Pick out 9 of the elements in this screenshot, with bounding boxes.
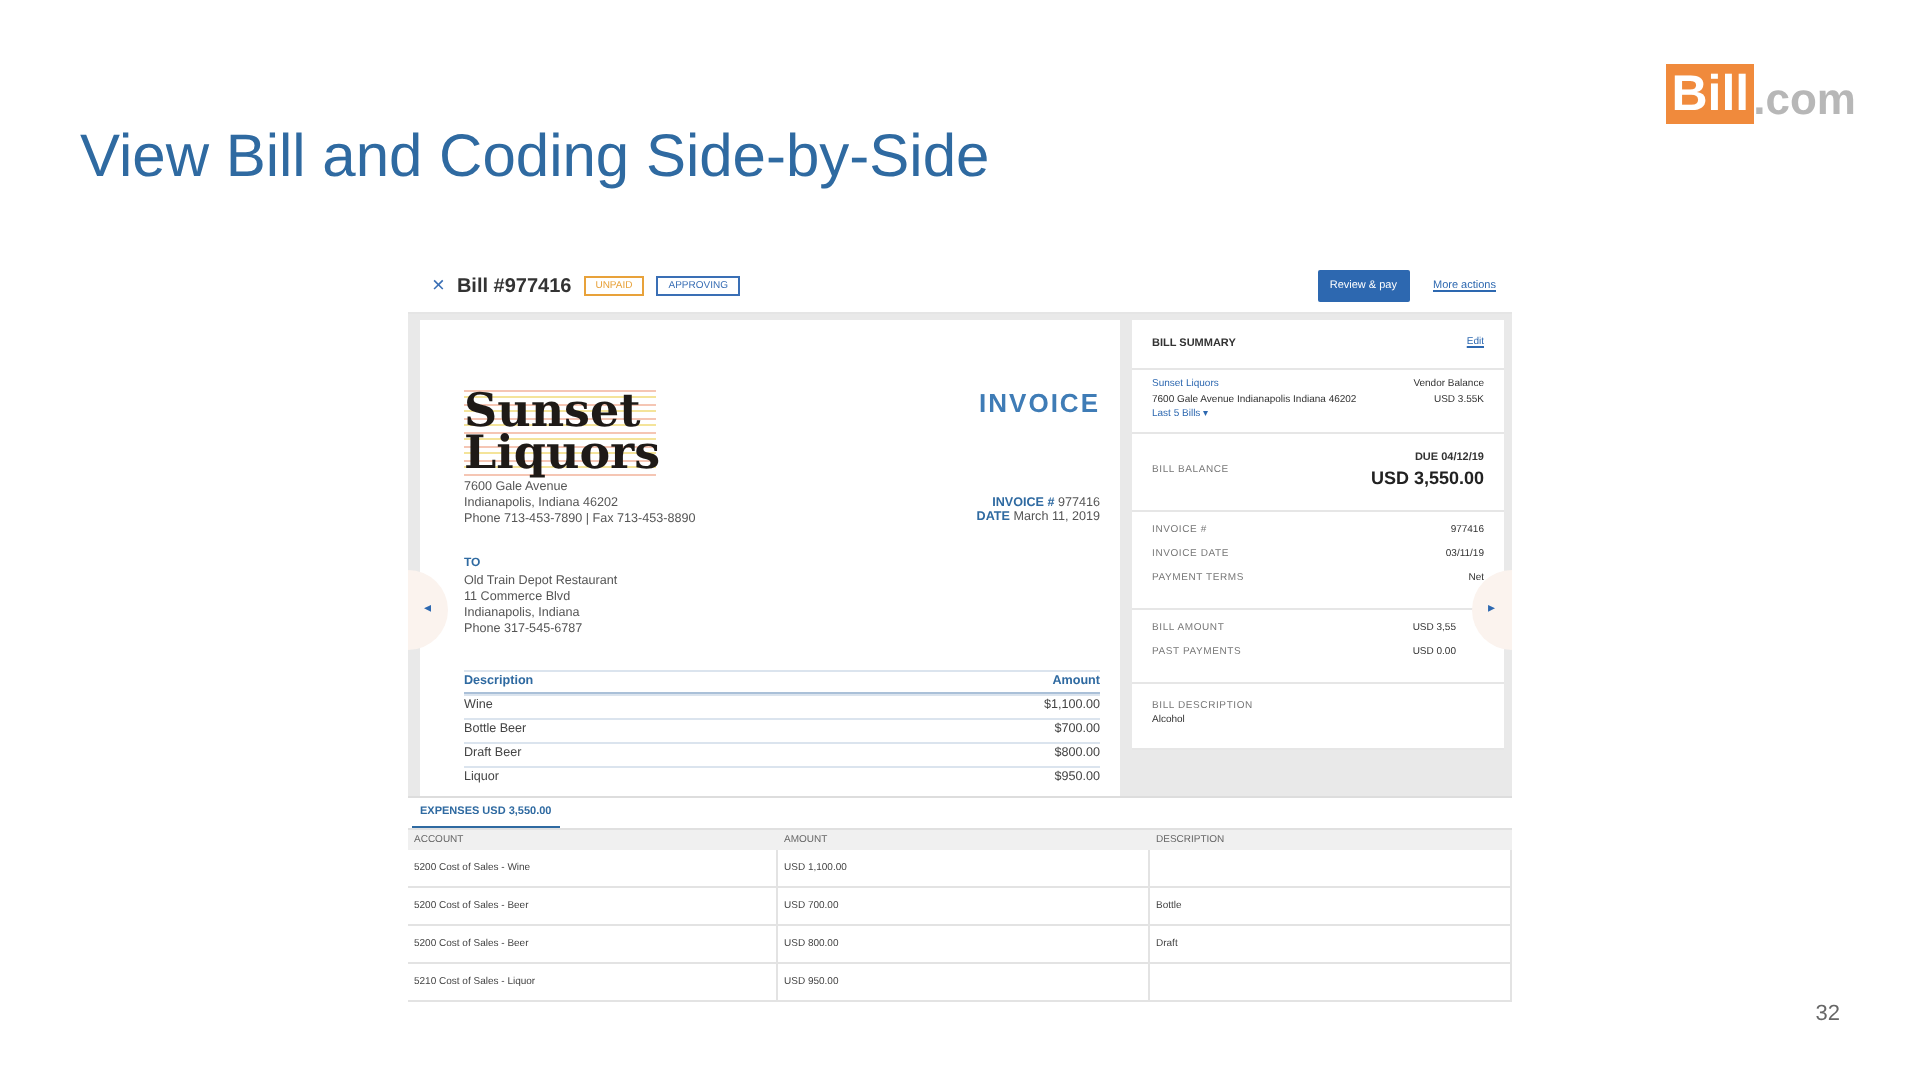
invoice-heading: INVOICE — [977, 386, 1100, 422]
brand-logo: Sunset Liquors — [464, 384, 656, 480]
logo-text: .com — [1753, 76, 1856, 124]
close-icon[interactable]: × — [432, 269, 445, 303]
slide-title: View Bill and Coding Side-by-Side — [80, 124, 990, 194]
page-number: 32 — [1813, 1000, 1842, 1030]
bill-title: Bill #977416 — [456, 273, 572, 301]
logo-mark: Bill — [1665, 64, 1754, 124]
balance-amount: USD 3,550.00 — [1370, 466, 1484, 492]
